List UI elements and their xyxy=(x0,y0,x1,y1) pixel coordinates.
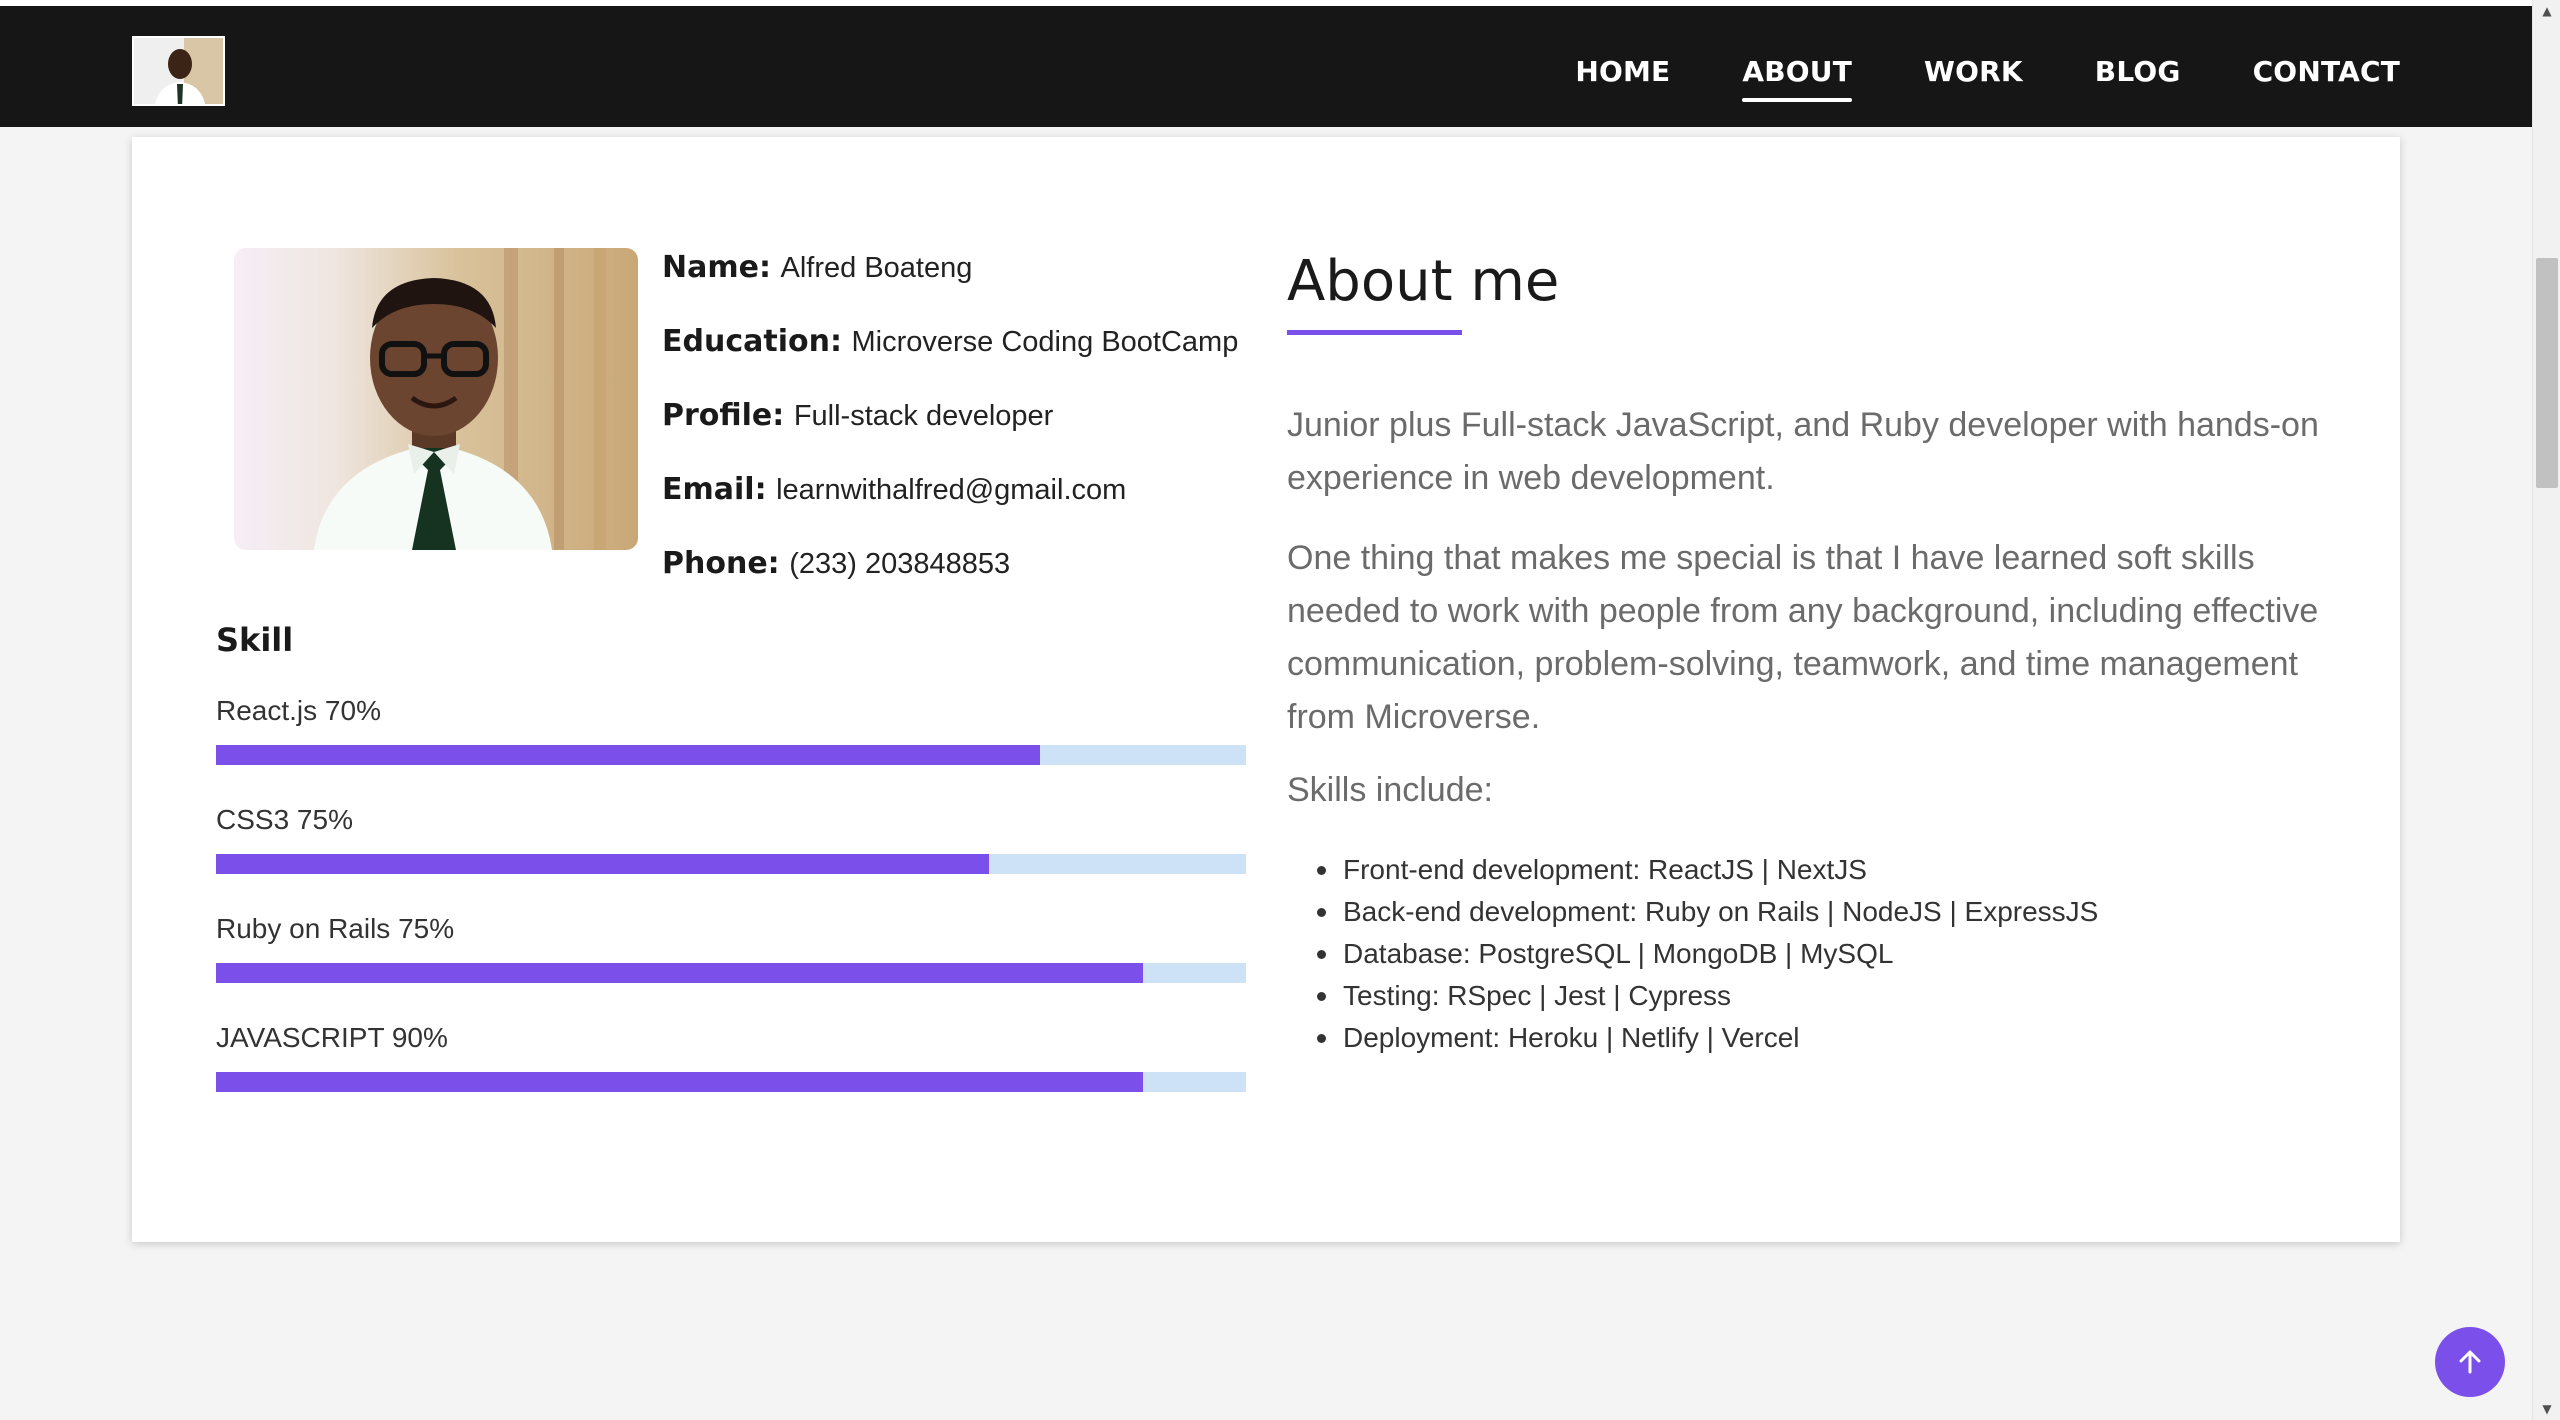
about-paragraph: Junior plus Full-stack JavaScript, and R… xyxy=(1287,406,2319,497)
arrow-up-icon xyxy=(2459,1350,2481,1374)
nav-home[interactable]: HOME xyxy=(1575,52,1670,92)
skill-item: CSS3 75% xyxy=(216,802,1246,911)
skill-item: Ruby on Rails 75% xyxy=(216,911,1246,1020)
logo-avatar[interactable] xyxy=(132,36,225,106)
email-value: learnwithalfred@gmail.com xyxy=(776,474,1127,506)
skill-progress-track xyxy=(216,963,1246,983)
scrollbar-thumb[interactable] xyxy=(2536,258,2558,488)
scroll-up-icon[interactable]: ▲ xyxy=(2533,0,2560,22)
nav-contact[interactable]: CONTACT xyxy=(2253,52,2400,92)
nav-work[interactable]: WORK xyxy=(1924,52,2023,92)
skill-label: CSS3 75% xyxy=(216,804,353,835)
page-scrollbar[interactable]: ▲ ▼ xyxy=(2532,0,2560,1420)
name-label: Name: xyxy=(662,250,771,285)
skill-progress-track xyxy=(216,1072,1246,1092)
site-header: HOME ABOUT WORK BLOG CONTACT xyxy=(0,6,2532,127)
list-item: Back-end development: Ruby on Rails | No… xyxy=(1287,891,2287,933)
profile-photo xyxy=(234,248,638,550)
skills-list: Front-end development: ReactJS | NextJS … xyxy=(1287,849,2287,1059)
list-item: Front-end development: ReactJS | NextJS xyxy=(1287,849,2287,891)
skill-heading: Skill xyxy=(216,621,294,659)
name-value: Alfred Boateng xyxy=(780,252,973,284)
education-value: Microverse Coding BootCamp xyxy=(851,326,1239,358)
skill-label: Ruby on Rails 75% xyxy=(216,913,455,944)
skill-progress-fill xyxy=(216,745,1040,765)
skill-label: JAVASCRIPT 90% xyxy=(216,1022,448,1053)
list-item: Deployment: Heroku | Netlify | Vercel xyxy=(1287,1017,2287,1059)
phone-label: Phone: xyxy=(662,546,780,581)
skills-include-heading: Skills include: xyxy=(1287,771,1493,809)
logo-portrait-image xyxy=(134,38,223,104)
skill-progress-track xyxy=(216,854,1246,874)
skill-item: JAVASCRIPT 90% xyxy=(216,1020,1246,1129)
skill-progress-fill xyxy=(216,854,989,874)
education-label: Education: xyxy=(662,324,842,359)
main-nav: HOME ABOUT WORK BLOG CONTACT xyxy=(1575,52,2400,102)
about-title: About me xyxy=(1287,249,1560,314)
skill-progress-fill xyxy=(216,963,1143,983)
skill-progress-track xyxy=(216,745,1246,765)
skill-progress-fill xyxy=(216,1072,1143,1092)
skill-label: React.js 70% xyxy=(216,695,381,726)
profile-value: Full-stack developer xyxy=(793,400,1054,432)
info-education: Education: Microverse Coding BootCamp xyxy=(662,321,1382,363)
phone-value: (233) 203848853 xyxy=(789,548,1011,580)
profile-info: Name: Alfred Boateng Education: Microver… xyxy=(662,247,1382,617)
skill-item: React.js 70% xyxy=(216,693,1246,802)
about-card: Name: Alfred Boateng Education: Microver… xyxy=(132,137,2400,1242)
info-name: Name: Alfred Boateng xyxy=(662,247,1382,289)
about-paragraph: One thing that makes me special is that … xyxy=(1287,539,2319,736)
nav-about[interactable]: ABOUT xyxy=(1742,52,1852,102)
skill-bars: React.js 70% CSS3 75% Ruby on Rails 75% … xyxy=(216,693,1246,1129)
scroll-down-icon[interactable]: ▼ xyxy=(2533,1398,2560,1420)
profile-label: Profile: xyxy=(662,398,785,433)
back-to-top-button[interactable] xyxy=(2435,1327,2505,1397)
info-phone: Phone: (233) 203848853 xyxy=(662,543,1382,585)
about-description: Junior plus Full-stack JavaScript, and R… xyxy=(1287,399,2327,771)
title-underline xyxy=(1287,330,1462,335)
email-label: Email: xyxy=(662,472,767,507)
info-email: Email: learnwithalfred@gmail.com xyxy=(662,469,1382,511)
info-profile: Profile: Full-stack developer xyxy=(662,395,1382,437)
nav-blog[interactable]: BLOG xyxy=(2095,52,2181,92)
list-item: Testing: RSpec | Jest | Cypress xyxy=(1287,975,2287,1017)
list-item: Database: PostgreSQL | MongoDB | MySQL xyxy=(1287,933,2287,975)
